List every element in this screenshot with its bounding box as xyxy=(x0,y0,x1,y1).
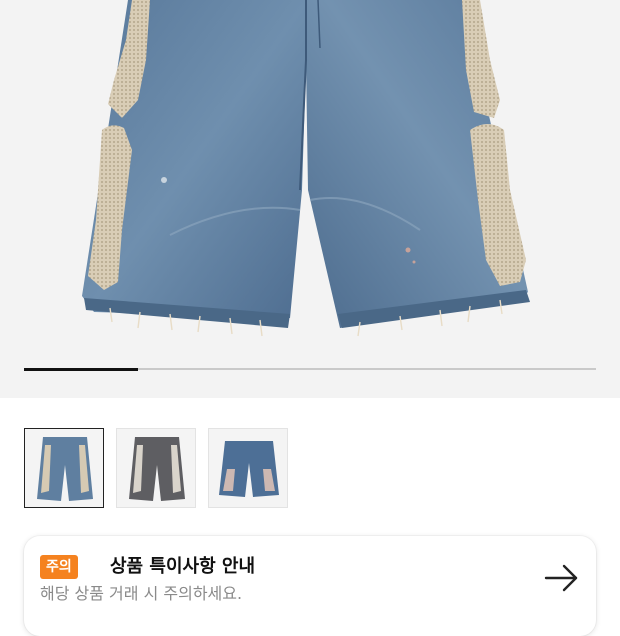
thumbnail-grey-wash-image xyxy=(129,437,185,501)
denim-shorts-image xyxy=(82,0,530,337)
thumbnail-grey-wash[interactable] xyxy=(116,428,196,508)
product-main-image[interactable] xyxy=(0,0,620,398)
notice-title: 상품 특이사항 안내 xyxy=(110,556,256,577)
thumbnail-indigo-wash-image xyxy=(219,441,279,497)
product-notice-card[interactable]: 주의 상품 특이사항 안내 해당 상품 거래 시 주의하세요. xyxy=(24,536,596,636)
notice-subtitle: 해당 상품 거래 시 주의하세요. xyxy=(40,584,243,603)
gallery-progress-track xyxy=(24,367,596,371)
caution-badge: 주의 xyxy=(40,555,78,579)
arrow-right-icon[interactable] xyxy=(542,562,582,594)
thumbnail-indigo-wash[interactable] xyxy=(208,428,288,508)
gallery-progress-indicator xyxy=(24,367,139,371)
thumbnail-light-wash-image xyxy=(37,437,93,501)
thumbnail-light-wash[interactable] xyxy=(24,428,104,508)
